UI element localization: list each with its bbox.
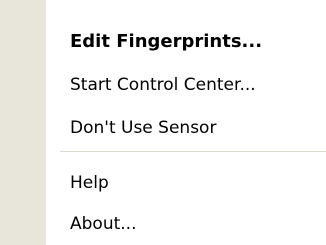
context-menu: Edit Fingerprints... Start Control Cente… (0, 0, 326, 245)
menu-item-start-control-center[interactable]: Start Control Center... (70, 67, 320, 103)
menu-icon-gutter (0, 0, 46, 245)
menu-item-edit-fingerprints[interactable]: Edit Fingerprints... (70, 24, 320, 60)
menu-separator (60, 151, 326, 152)
menu-item-dont-use-sensor[interactable]: Don't Use Sensor (70, 110, 320, 146)
menu-item-help[interactable]: Help (70, 165, 320, 201)
menu-item-about[interactable]: About... (70, 206, 320, 242)
